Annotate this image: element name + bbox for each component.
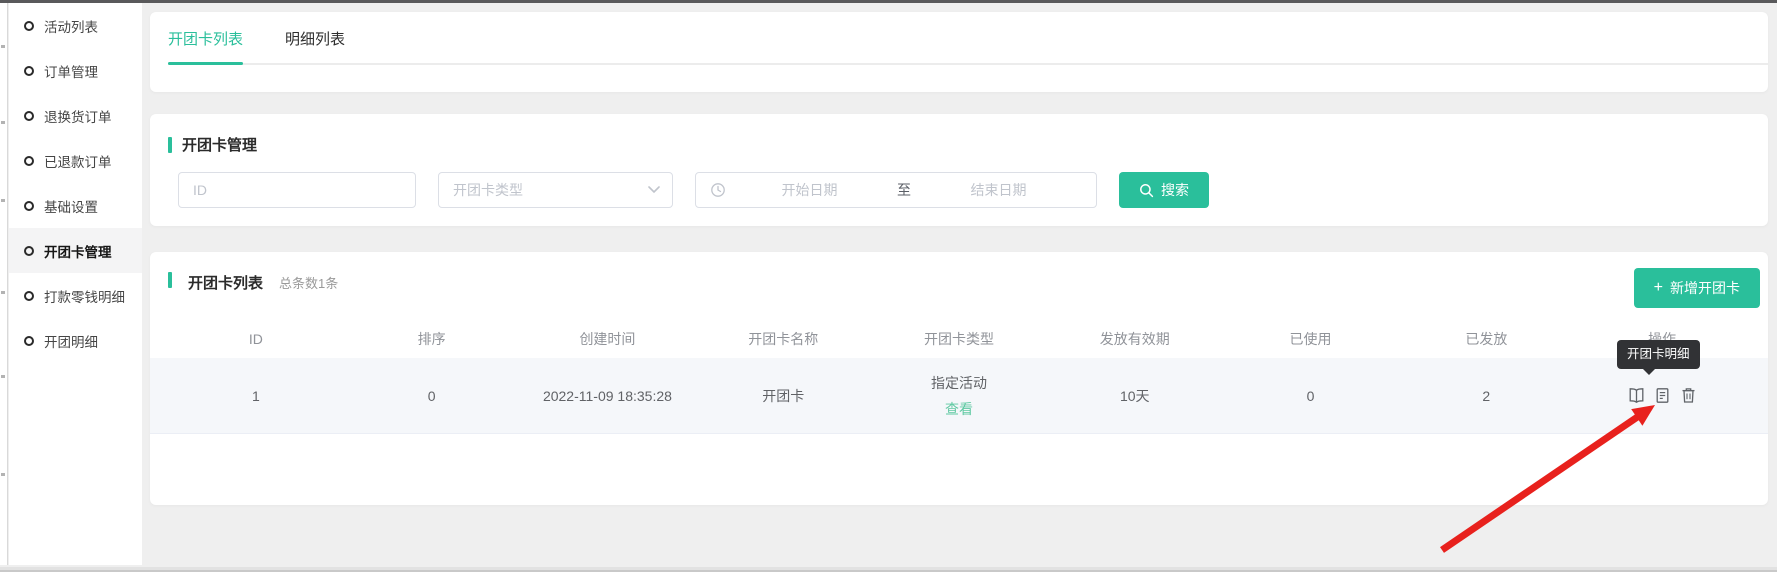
cell-name: 开团卡 — [695, 386, 871, 406]
filter-title-text: 开团卡管理 — [182, 134, 257, 155]
tooltip-group-card-detail: 开团卡明细 — [1617, 340, 1700, 369]
tooltip-text: 开团卡明细 — [1627, 347, 1690, 361]
cell-actions — [1574, 387, 1750, 404]
filter-section-title: 开团卡管理 — [168, 134, 257, 155]
sidebar-item-label: 基础设置 — [44, 196, 98, 216]
cell-issued: 2 — [1398, 388, 1574, 404]
radio-circle-icon — [24, 156, 34, 166]
section-marker — [168, 137, 172, 153]
card-type-value: 指定活动 — [931, 373, 987, 393]
radio-circle-icon — [24, 111, 34, 121]
column-header-id: ID — [168, 331, 344, 347]
window-bottom-edge — [0, 567, 1777, 572]
section-marker — [168, 272, 172, 288]
sidebar-item-transfer-change-detail[interactable]: 打款零钱明细 — [9, 273, 142, 318]
cell-sort: 0 — [344, 388, 520, 404]
column-header-validity: 发放有效期 — [1047, 329, 1223, 349]
sidebar-item-activity-list[interactable]: 活动列表 — [9, 3, 142, 48]
edit-document-icon[interactable] — [1654, 387, 1671, 404]
column-header-sort: 排序 — [344, 329, 520, 349]
clipped-left-panel — [0, 3, 8, 565]
id-input[interactable] — [193, 182, 401, 198]
sidebar-item-label: 开团明细 — [44, 331, 98, 351]
table-card: 开团卡列表 总条数1条 + 新增开团卡 ID 排序 创建时间 开团卡名称 开团卡… — [150, 252, 1768, 505]
view-link[interactable]: 查看 — [945, 399, 973, 419]
radio-circle-icon — [24, 201, 34, 211]
tab-bar: 开团卡列表 明细列表 — [168, 28, 1768, 65]
add-button-label: 新增开团卡 — [1670, 278, 1740, 298]
delete-trash-icon[interactable] — [1680, 387, 1697, 404]
radio-circle-icon — [24, 21, 34, 31]
sidebar-item-label: 活动列表 — [44, 16, 98, 36]
total-count-label: 总条数1条 — [279, 273, 338, 292]
column-header-issued: 已发放 — [1398, 329, 1574, 349]
group-card-detail-book-icon[interactable] — [1628, 387, 1645, 404]
cell-type: 指定活动 查看 — [871, 373, 1047, 419]
tab-group-card-list[interactable]: 开团卡列表 — [168, 28, 243, 63]
table-header-row: ID 排序 创建时间 开团卡名称 开团卡类型 发放有效期 已使用 已发放 操作 — [168, 324, 1750, 354]
sidebar-item-return-orders[interactable]: 退换货订单 — [9, 93, 142, 138]
cell-created: 2022-11-09 18:35:28 — [520, 388, 696, 404]
search-icon — [1139, 183, 1154, 198]
admin-page: 活动列表 订单管理 退换货订单 已退款订单 基础设置 开团卡管理 打款零钱明细 — [0, 0, 1777, 572]
column-header-created: 创建时间 — [520, 329, 696, 349]
card-type-placeholder: 开团卡类型 — [453, 180, 523, 200]
search-button[interactable]: 搜索 — [1119, 172, 1209, 208]
card-type-select[interactable]: 开团卡类型 — [438, 172, 673, 208]
table-row: 1 0 2022-11-09 18:35:28 开团卡 指定活动 查看 10天 … — [150, 358, 1768, 434]
sidebar-item-order-management[interactable]: 订单管理 — [9, 48, 142, 93]
filter-card: 开团卡管理 开团卡类型 开始日期 至 结束日期 搜索 — [150, 114, 1768, 226]
tab-detail-list[interactable]: 明细列表 — [285, 28, 345, 63]
sidebar-item-label: 开团卡管理 — [44, 241, 112, 261]
sidebar-item-group-detail[interactable]: 开团明细 — [9, 318, 142, 363]
sidebar-item-refunded-orders[interactable]: 已退款订单 — [9, 138, 142, 183]
column-header-used: 已使用 — [1223, 329, 1399, 349]
add-group-card-button[interactable]: + 新增开团卡 — [1634, 268, 1760, 308]
plus-icon: + — [1654, 279, 1663, 297]
column-header-type: 开团卡类型 — [871, 329, 1047, 349]
sidebar-item-label: 退换货订单 — [44, 106, 112, 126]
radio-circle-icon — [24, 66, 34, 76]
chevron-down-icon — [648, 186, 660, 194]
filter-row: 开团卡类型 开始日期 至 结束日期 搜索 — [178, 172, 1209, 208]
id-field[interactable] — [178, 172, 416, 208]
cell-used: 0 — [1223, 388, 1399, 404]
list-section-title: 开团卡列表 总条数1条 — [168, 272, 338, 293]
sidebar-item-group-card-management[interactable]: 开团卡管理 — [9, 228, 142, 273]
column-header-name: 开团卡名称 — [695, 329, 871, 349]
sidebar-item-label: 已退款订单 — [44, 151, 112, 171]
cell-id: 1 — [168, 388, 344, 404]
radio-circle-icon — [24, 291, 34, 301]
tabs-card: 开团卡列表 明细列表 — [150, 12, 1768, 92]
clock-icon — [710, 182, 726, 198]
sidebar-item-label: 订单管理 — [44, 61, 98, 81]
start-date-placeholder[interactable]: 开始日期 — [726, 180, 893, 200]
sidebar-item-basic-settings[interactable]: 基础设置 — [9, 183, 142, 228]
search-button-label: 搜索 — [1161, 180, 1189, 200]
end-date-placeholder[interactable]: 结束日期 — [915, 180, 1082, 200]
date-range-separator: 至 — [893, 180, 915, 200]
cell-validity: 10天 — [1047, 386, 1223, 406]
radio-circle-icon — [24, 336, 34, 346]
date-range-picker[interactable]: 开始日期 至 结束日期 — [695, 172, 1097, 208]
list-title-text: 开团卡列表 — [188, 272, 263, 293]
window-top-edge — [0, 0, 1777, 3]
sidebar: 活动列表 订单管理 退换货订单 已退款订单 基础设置 开团卡管理 打款零钱明细 — [9, 3, 142, 565]
sidebar-item-label: 打款零钱明细 — [44, 286, 125, 306]
radio-circle-icon — [24, 246, 34, 256]
